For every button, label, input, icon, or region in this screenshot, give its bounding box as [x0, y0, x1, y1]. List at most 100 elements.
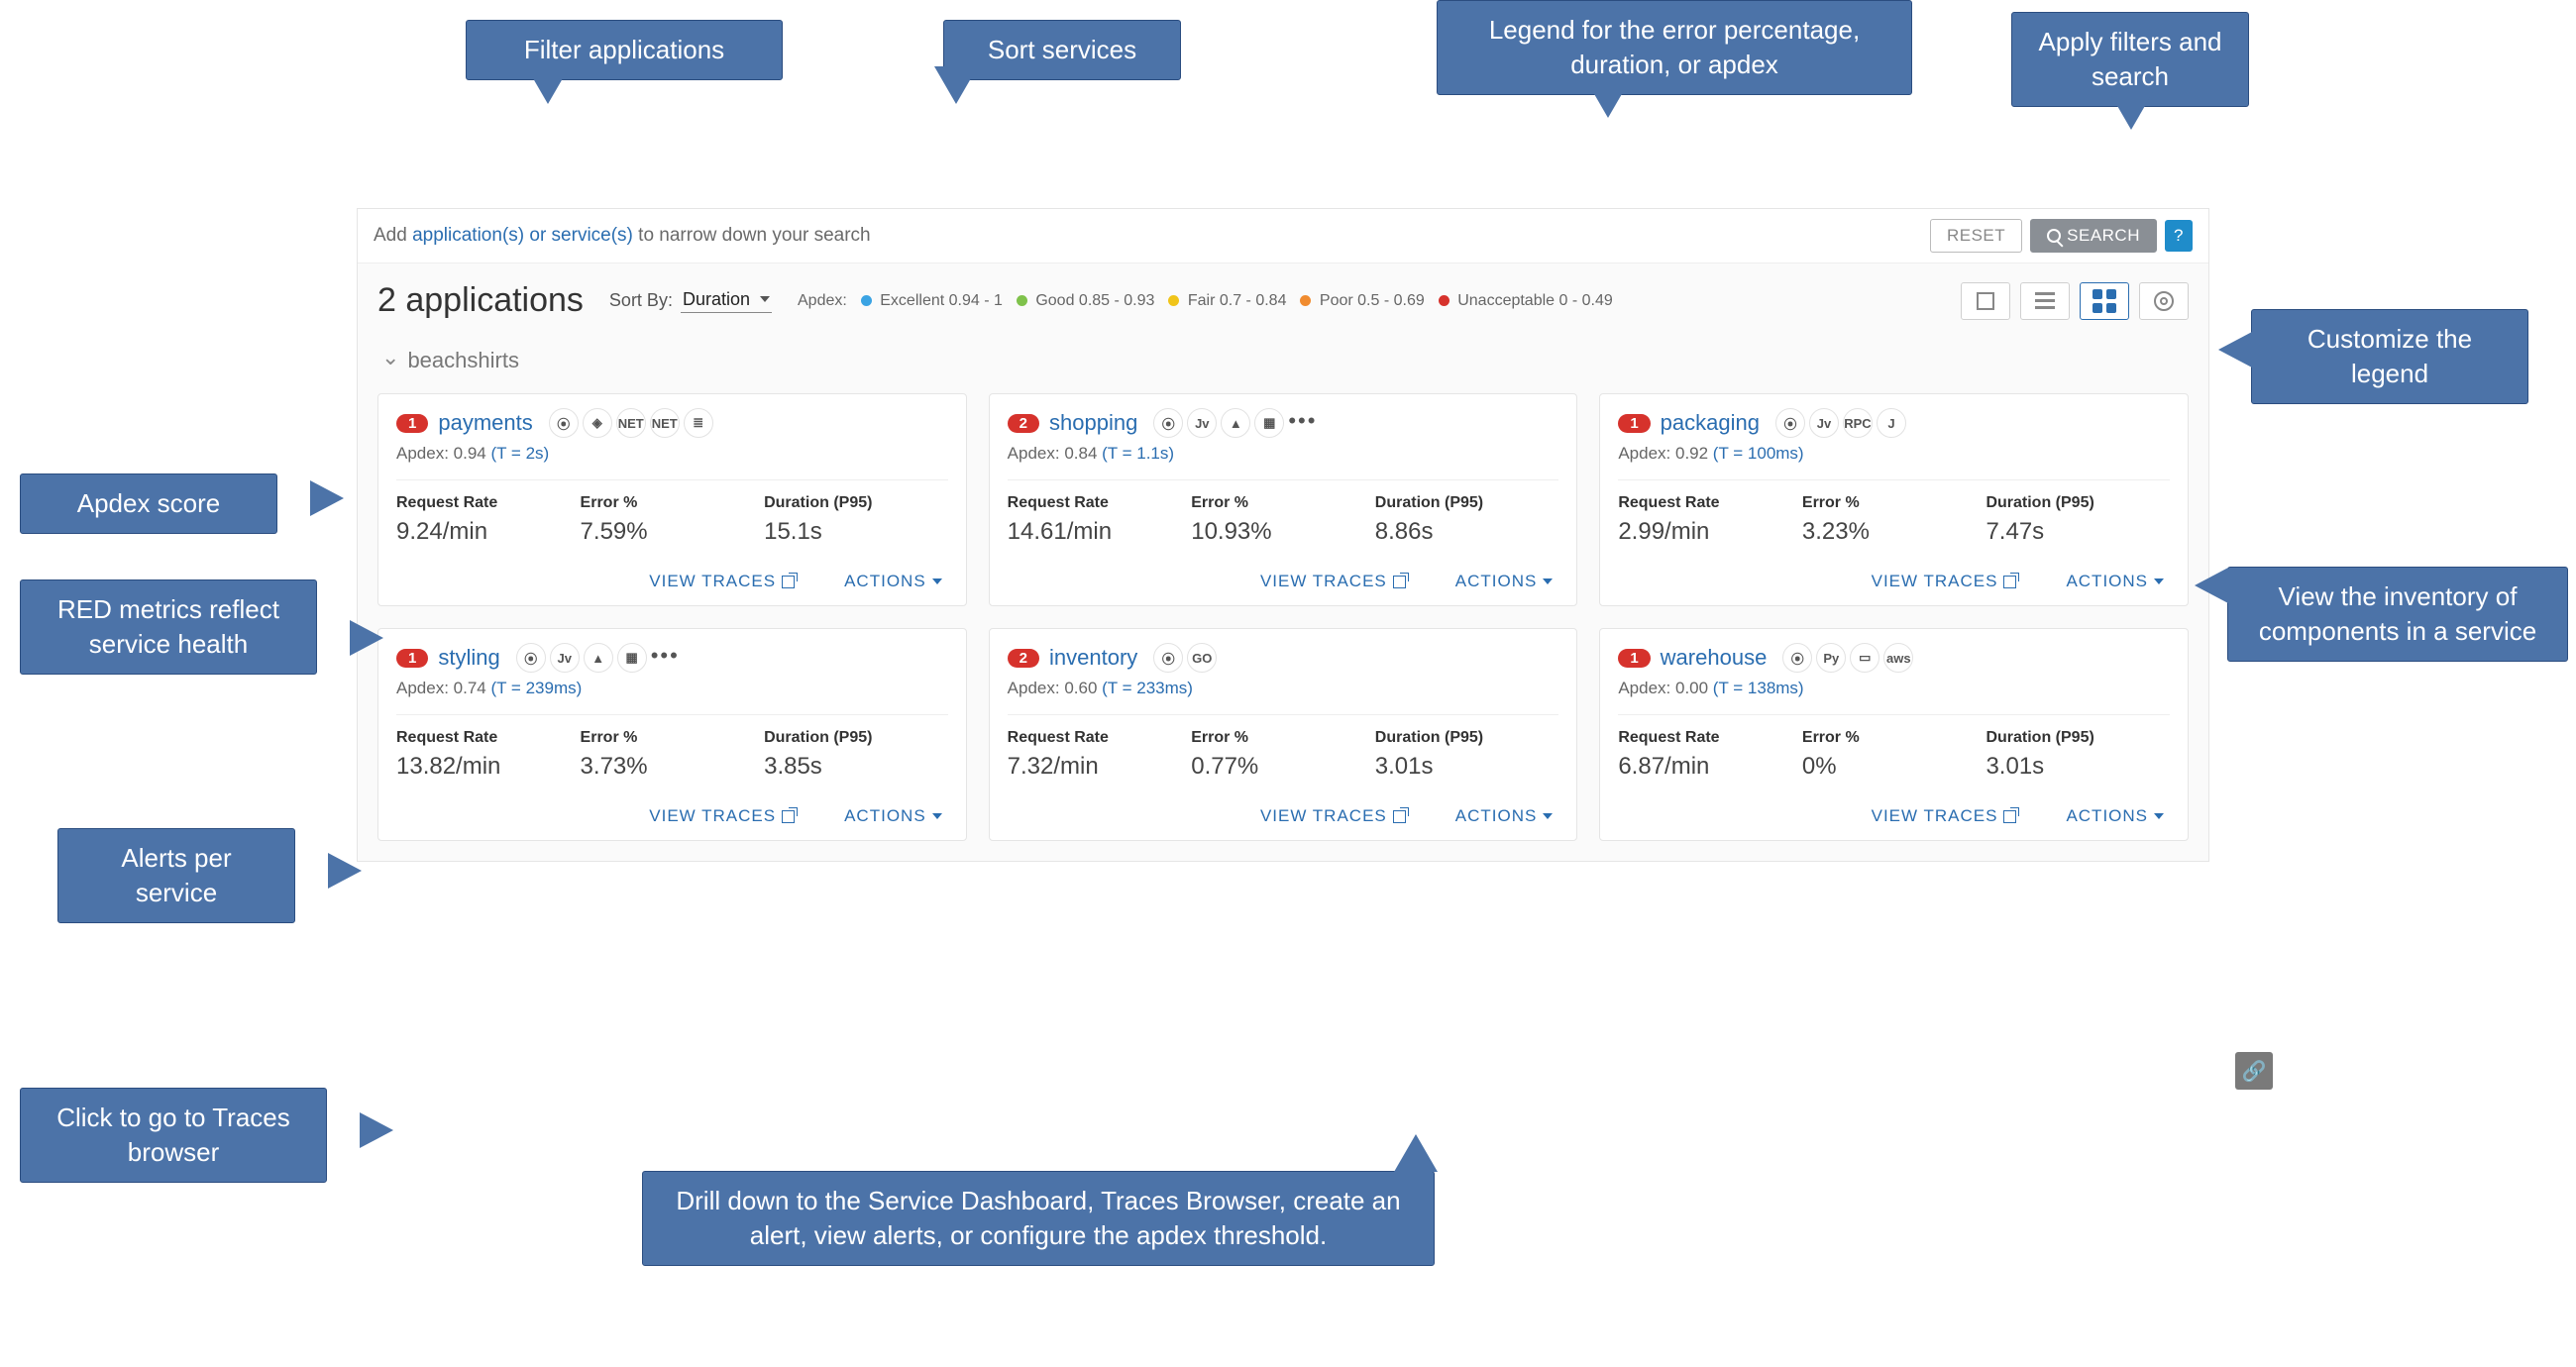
- alert-count-badge[interactable]: 1: [1618, 649, 1650, 668]
- component-chip-icon[interactable]: ⦿: [1782, 643, 1812, 673]
- chevron-down-icon: [932, 813, 942, 819]
- component-chip-icon[interactable]: ≣: [684, 408, 713, 438]
- component-chip-icon[interactable]: ⦿: [1775, 408, 1805, 438]
- help-button[interactable]: ?: [2165, 220, 2193, 252]
- actions-dropdown[interactable]: ACTIONS: [1455, 806, 1554, 826]
- apdex-threshold[interactable]: (T = 2s): [490, 444, 549, 463]
- component-chip-icon[interactable]: ⦿: [1153, 643, 1183, 673]
- metric-duration-p95: Duration (P95)3.85s: [764, 729, 948, 781]
- component-chip-icon[interactable]: ▲: [584, 643, 613, 673]
- legend-item: Unacceptable 0 - 0.49: [1439, 292, 1613, 309]
- search-button[interactable]: SEARCH: [2030, 219, 2157, 253]
- component-chip-icon[interactable]: ▦: [1254, 408, 1284, 438]
- apdex-threshold[interactable]: (T = 233ms): [1102, 679, 1193, 697]
- view-traces-link[interactable]: VIEW TRACES: [1260, 806, 1406, 826]
- component-chip-icon[interactable]: RPC: [1843, 408, 1873, 438]
- legend-dot-icon: [1168, 295, 1179, 306]
- component-chip-icon[interactable]: Jv: [1187, 408, 1217, 438]
- view-traces-link[interactable]: VIEW TRACES: [1260, 572, 1406, 591]
- share-link-button[interactable]: 🔗: [2235, 1052, 2273, 1090]
- view-list-button[interactable]: [2020, 282, 2070, 320]
- component-chip-icon[interactable]: J: [1877, 408, 1906, 438]
- actions-dropdown[interactable]: ACTIONS: [1455, 572, 1554, 591]
- metric-duration-p95: Duration (P95)7.47s: [1986, 494, 2170, 546]
- legend-dot-icon: [1017, 295, 1027, 306]
- application-group: beachshirts 1payments⦿◈NETNET≣Apdex: 0.9…: [358, 330, 2208, 861]
- service-card: 1packaging⦿JvRPCJApdex: 0.92 (T = 100ms)…: [1599, 393, 2189, 606]
- component-chip-icon[interactable]: ▦: [617, 643, 647, 673]
- view-expand-button[interactable]: [1961, 282, 2010, 320]
- view-toggle-group: [1961, 282, 2189, 320]
- search-hint-link[interactable]: application(s) or service(s): [412, 225, 633, 246]
- component-chip-icon[interactable]: Jv: [1809, 408, 1839, 438]
- service-name-link[interactable]: shopping: [1049, 410, 1137, 436]
- component-chip-icon[interactable]: Py: [1816, 643, 1846, 673]
- expand-icon: [1977, 292, 1994, 310]
- apdex-threshold[interactable]: (T = 239ms): [490, 679, 582, 697]
- service-card: 2inventory⦿GOApdex: 0.60 (T = 233ms)Requ…: [989, 628, 1578, 841]
- component-inventory: ⦿◈NETNET≣: [549, 408, 713, 438]
- callout-traces-browser: Click to go to Traces browser: [20, 1088, 327, 1183]
- more-components-icon[interactable]: •••: [651, 643, 680, 673]
- component-chip-icon[interactable]: ⦿: [549, 408, 579, 438]
- sort-select[interactable]: Duration: [681, 289, 772, 313]
- actions-dropdown[interactable]: ACTIONS: [2066, 806, 2164, 826]
- service-name-link[interactable]: inventory: [1049, 645, 1137, 671]
- actions-dropdown[interactable]: ACTIONS: [844, 572, 942, 591]
- component-chip-icon[interactable]: ▭: [1850, 643, 1879, 673]
- legend-title: Apdex:: [798, 292, 847, 310]
- component-chip-icon[interactable]: NET: [616, 408, 646, 438]
- reset-button[interactable]: RESET: [1930, 219, 2022, 253]
- component-chip-icon[interactable]: ⦿: [1153, 408, 1183, 438]
- view-traces-link[interactable]: VIEW TRACES: [1872, 572, 2017, 591]
- metric-request-rate: Request Rate2.99/min: [1618, 494, 1802, 546]
- component-chip-icon[interactable]: ⦿: [516, 643, 546, 673]
- apdex-line: Apdex: 0.60 (T = 233ms): [1008, 679, 1559, 698]
- actions-dropdown[interactable]: ACTIONS: [2066, 572, 2164, 591]
- view-grid-button[interactable]: [2080, 282, 2129, 320]
- apdex-threshold[interactable]: (T = 138ms): [1713, 679, 1804, 697]
- apdex-line: Apdex: 0.74 (T = 239ms): [396, 679, 948, 698]
- component-chip-icon[interactable]: NET: [650, 408, 680, 438]
- component-inventory: ⦿GO: [1153, 643, 1217, 673]
- service-name-link[interactable]: warehouse: [1661, 645, 1768, 671]
- view-traces-link[interactable]: VIEW TRACES: [1872, 806, 2017, 826]
- chevron-down-icon: [932, 578, 942, 584]
- external-link-icon: [2003, 810, 2016, 823]
- alert-count-badge[interactable]: 1: [396, 414, 428, 433]
- alert-count-badge[interactable]: 1: [396, 649, 428, 668]
- component-chip-icon[interactable]: ◈: [583, 408, 612, 438]
- metric-duration-p95: Duration (P95)15.1s: [764, 494, 948, 546]
- search-bar: Add application(s) or service(s) to narr…: [358, 209, 2208, 263]
- view-traces-link[interactable]: VIEW TRACES: [649, 806, 795, 826]
- component-chip-icon[interactable]: aws: [1883, 643, 1913, 673]
- metric-request-rate: Request Rate14.61/min: [1008, 494, 1192, 546]
- more-components-icon[interactable]: •••: [1288, 408, 1317, 438]
- alert-count-badge[interactable]: 1: [1618, 414, 1650, 433]
- apdex-threshold[interactable]: (T = 100ms): [1713, 444, 1804, 463]
- callout-filter-apps: Filter applications: [466, 20, 783, 80]
- group-toggle[interactable]: beachshirts: [381, 348, 2185, 373]
- service-name-link[interactable]: packaging: [1661, 410, 1760, 436]
- component-chip-icon[interactable]: ▲: [1221, 408, 1250, 438]
- search-hint[interactable]: Add application(s) or service(s) to narr…: [374, 225, 1930, 247]
- search-hint-prefix: Add: [374, 225, 412, 246]
- metric-error-pct: Error %7.59%: [581, 494, 765, 546]
- alert-count-badge[interactable]: 2: [1008, 649, 1039, 668]
- view-traces-link[interactable]: VIEW TRACES: [649, 572, 795, 591]
- actions-dropdown[interactable]: ACTIONS: [844, 806, 942, 826]
- alert-count-badge[interactable]: 2: [1008, 414, 1039, 433]
- apdex-line: Apdex: 0.94 (T = 2s): [396, 444, 948, 464]
- chevron-down-icon: [2154, 813, 2164, 819]
- service-name-link[interactable]: payments: [438, 410, 532, 436]
- search-hint-suffix: to narrow down your search: [633, 225, 871, 246]
- metric-duration-p95: Duration (P95)3.01s: [1986, 729, 2170, 781]
- gear-icon: [2154, 291, 2174, 311]
- apdex-threshold[interactable]: (T = 1.1s): [1102, 444, 1174, 463]
- component-chip-icon[interactable]: GO: [1187, 643, 1217, 673]
- external-link-icon: [1393, 576, 1406, 588]
- callout-red-metrics: RED metrics reflect service health: [20, 579, 317, 675]
- component-chip-icon[interactable]: Jv: [550, 643, 580, 673]
- service-name-link[interactable]: styling: [438, 645, 499, 671]
- legend-settings-button[interactable]: [2139, 282, 2189, 320]
